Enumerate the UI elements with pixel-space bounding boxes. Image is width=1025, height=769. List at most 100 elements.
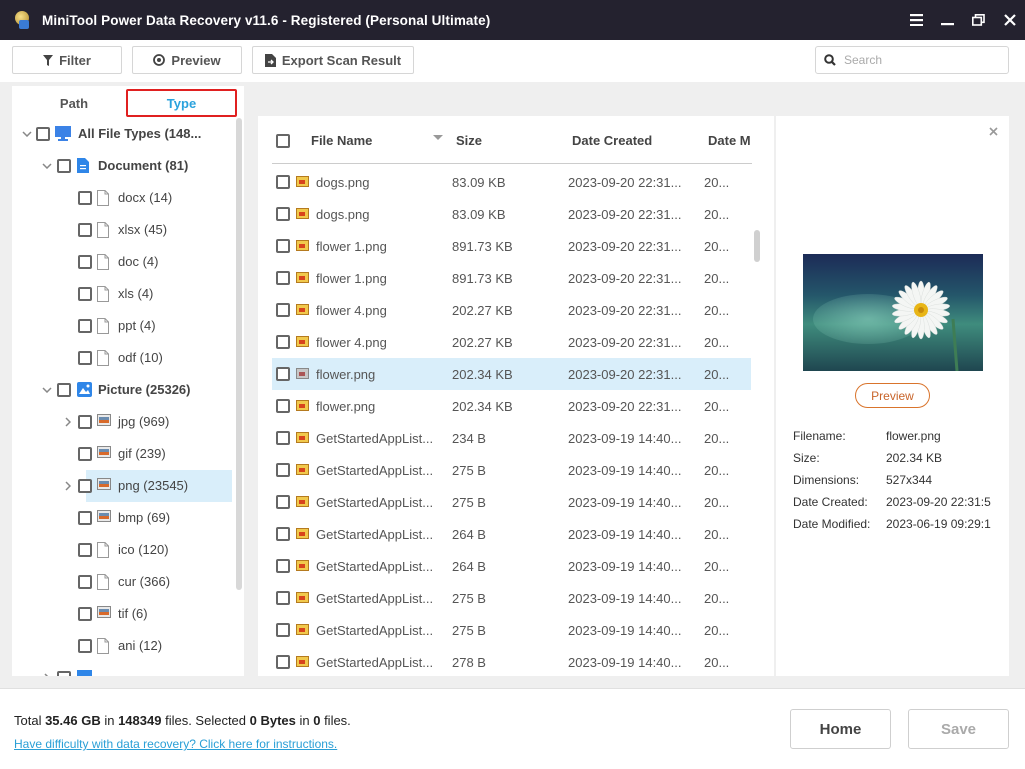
tree-item[interactable]: Picture (25326) xyxy=(12,374,236,406)
row-checkbox[interactable] xyxy=(276,495,290,509)
row-checkbox[interactable] xyxy=(276,239,290,253)
tree-checkbox[interactable] xyxy=(78,319,92,333)
tree-item[interactable]: cur (366) xyxy=(12,566,236,598)
sort-desc-icon[interactable] xyxy=(433,135,443,140)
preview-toolbar-button[interactable]: Preview xyxy=(132,46,242,74)
home-button[interactable]: Home xyxy=(790,709,891,749)
tree-item[interactable]: doc (4) xyxy=(12,246,236,278)
tree-checkbox[interactable] xyxy=(36,127,50,141)
help-link[interactable]: Have difficulty with data recovery? Clic… xyxy=(14,737,337,751)
row-checkbox[interactable] xyxy=(276,303,290,317)
tree-checkbox[interactable] xyxy=(78,575,92,589)
tree-item[interactable]: jpg (969) xyxy=(12,406,236,438)
tree-item[interactable]: xlsx (45) xyxy=(12,214,236,246)
column-file-name[interactable]: File Name xyxy=(311,133,372,148)
tree-checkbox[interactable] xyxy=(57,159,71,173)
tree-scrollbar[interactable] xyxy=(236,118,242,590)
select-all-checkbox[interactable] xyxy=(276,134,290,148)
tree-item[interactable]: png (23545) xyxy=(65,470,232,502)
file-row[interactable]: GetStartedAppList... 275 B 2023-09-19 14:4… xyxy=(272,582,751,614)
tree-checkbox[interactable] xyxy=(78,415,92,429)
tree-checkbox[interactable] xyxy=(78,447,92,461)
tree-checkbox[interactable] xyxy=(78,607,92,621)
file-row[interactable]: flower 1.png 891.73 KB 2023-09-20 22:31...… xyxy=(272,230,751,262)
menu-button[interactable] xyxy=(901,0,932,40)
chevron-right-icon[interactable] xyxy=(63,481,73,491)
tree-item[interactable]: gif (239) xyxy=(12,438,236,470)
file-row[interactable]: GetStartedAppList... 234 B 2023-09-19 14:4… xyxy=(272,422,751,454)
file-row[interactable]: GetStartedAppList... 264 B 2023-09-19 14:4… xyxy=(272,518,751,550)
restore-button[interactable] xyxy=(963,0,994,40)
tree-item[interactable]: Document (81) xyxy=(12,150,236,182)
tree-checkbox[interactable] xyxy=(78,543,92,557)
file-row[interactable]: GetStartedAppList... 275 B 2023-09-19 14:4… xyxy=(272,614,751,646)
file-row[interactable]: flower.png 202.34 KB 2023-09-20 22:31... 20… xyxy=(272,390,751,422)
tree-checkbox[interactable] xyxy=(78,255,92,269)
tree-item[interactable]: bmp (69) xyxy=(12,502,236,534)
tree-item[interactable]: ppt (4) xyxy=(12,310,236,342)
file-row[interactable]: GetStartedAppList... 275 B 2023-09-19 14:4… xyxy=(272,454,751,486)
file-row[interactable]: dogs.png 83.09 KB 2023-09-20 22:31... 20... xyxy=(272,198,751,230)
file-row[interactable]: GetStartedAppList... 264 B 2023-09-19 14:4… xyxy=(272,550,751,582)
close-icon xyxy=(988,126,998,136)
search-input[interactable] xyxy=(844,53,994,67)
close-window-button[interactable] xyxy=(994,0,1025,40)
filter-button[interactable]: Filter xyxy=(12,46,122,74)
tree-item[interactable]: ico (120) xyxy=(12,534,236,566)
row-checkbox[interactable] xyxy=(276,527,290,541)
chevron-right-icon[interactable] xyxy=(63,417,73,427)
tree-checkbox[interactable] xyxy=(78,287,92,301)
column-date-created[interactable]: Date Created xyxy=(572,133,652,148)
row-checkbox[interactable] xyxy=(276,623,290,637)
column-date-modified[interactable]: Date M xyxy=(708,133,751,148)
row-checkbox[interactable] xyxy=(276,463,290,477)
tree-item[interactable]: All File Types (148... xyxy=(12,118,236,150)
save-button[interactable]: Save xyxy=(908,709,1009,749)
row-checkbox[interactable] xyxy=(276,335,290,349)
search-box[interactable] xyxy=(815,46,1009,74)
file-row[interactable]: flower 1.png 891.73 KB 2023-09-20 22:31...… xyxy=(272,262,751,294)
row-checkbox[interactable] xyxy=(276,559,290,573)
file-row[interactable]: dogs.png 83.09 KB 2023-09-20 22:31... 20... xyxy=(272,166,751,198)
tree-checkbox[interactable] xyxy=(78,191,92,205)
file-row[interactable]: GetStartedAppList... 278 B 2023-09-19 14:4… xyxy=(272,646,751,676)
tree-checkbox[interactable] xyxy=(78,223,92,237)
file-row[interactable]: flower 4.png 202.27 KB 2023-09-20 22:31...… xyxy=(272,326,751,358)
tab-path[interactable]: Path xyxy=(38,89,110,117)
tree-checkbox[interactable] xyxy=(78,511,92,525)
file-list-scrollbar[interactable] xyxy=(754,230,760,262)
tree-checkbox[interactable] xyxy=(57,383,71,397)
file-row[interactable]: flower.png 202.34 KB 2023-09-20 22:31... 20… xyxy=(272,358,751,390)
tree-item[interactable]: tif (6) xyxy=(12,598,236,630)
row-checkbox[interactable] xyxy=(276,431,290,445)
chevron-down-icon[interactable] xyxy=(22,129,32,139)
row-checkbox[interactable] xyxy=(276,175,290,189)
export-scan-result-button[interactable]: Export Scan Result xyxy=(252,46,414,74)
minimize-button[interactable] xyxy=(932,0,963,40)
tree-checkbox[interactable] xyxy=(78,639,92,653)
file-row[interactable]: flower 4.png 202.27 KB 2023-09-20 22:31...… xyxy=(272,294,751,326)
png-file-icon xyxy=(296,496,309,507)
row-checkbox[interactable] xyxy=(276,655,290,669)
tree-checkbox[interactable] xyxy=(78,479,92,493)
tree-item[interactable]: docx (14) xyxy=(12,182,236,214)
row-checkbox[interactable] xyxy=(276,399,290,413)
column-size[interactable]: Size xyxy=(456,133,482,148)
row-checkbox[interactable] xyxy=(276,591,290,605)
close-preview-button[interactable] xyxy=(986,124,1000,138)
row-checkbox[interactable] xyxy=(276,367,290,381)
tree-checkbox[interactable] xyxy=(78,351,92,365)
tree-item[interactable]: ani (12) xyxy=(12,630,236,662)
tab-type[interactable]: Type xyxy=(126,89,237,117)
tree-item[interactable]: odf (10) xyxy=(12,342,236,374)
tree-item[interactable]: Audio & Video xyxy=(12,662,236,676)
file-row[interactable]: GetStartedAppList... 275 B 2023-09-19 14:4… xyxy=(272,486,751,518)
row-checkbox[interactable] xyxy=(276,271,290,285)
chevron-down-icon[interactable] xyxy=(42,385,52,395)
chevron-right-icon[interactable] xyxy=(42,673,52,676)
preview-file-button[interactable]: Preview xyxy=(855,383,930,408)
chevron-down-icon[interactable] xyxy=(42,161,52,171)
tree-item[interactable]: xls (4) xyxy=(12,278,236,310)
tree-checkbox[interactable] xyxy=(57,671,71,676)
row-checkbox[interactable] xyxy=(276,207,290,221)
